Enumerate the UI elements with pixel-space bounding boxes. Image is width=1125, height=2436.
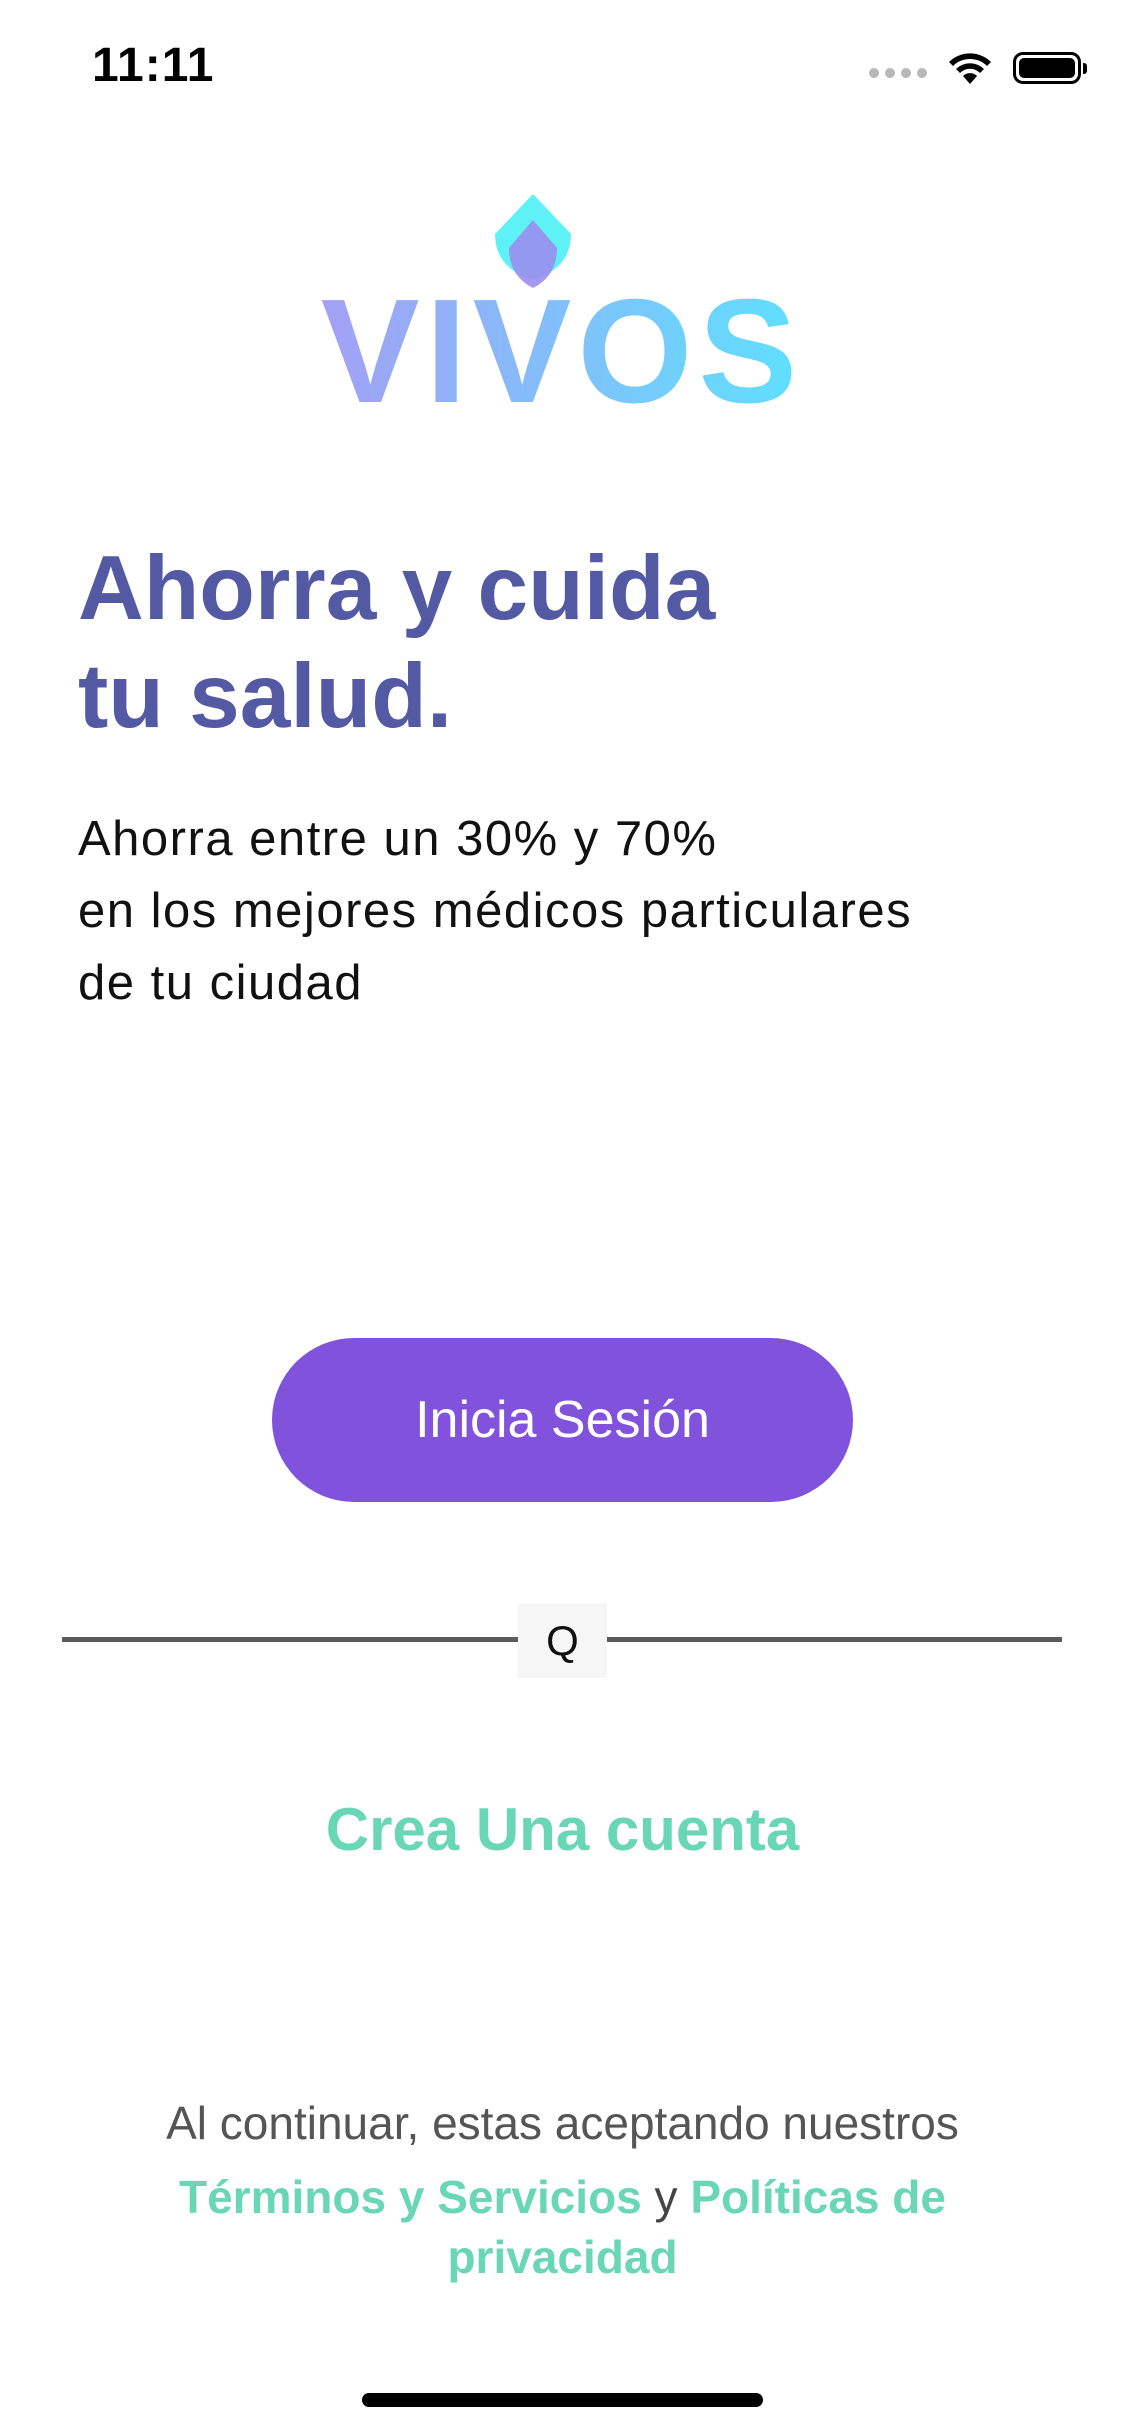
create-account-link[interactable]: Crea Una cuenta xyxy=(0,1795,1125,1864)
login-button[interactable]: Inicia Sesión xyxy=(272,1338,853,1502)
hero-headline: Ahorra y cuida tu salud. xyxy=(78,535,878,751)
hero-subtext: Ahorra entre un 30% y 70% en los mejores… xyxy=(78,803,1058,1019)
subtext-line-1: Ahorra entre un 30% y 70% xyxy=(78,812,718,866)
logo-wordmark: VIVOS xyxy=(321,269,803,420)
legal-intro: Al continuar, estas aceptando nuestros xyxy=(166,2097,959,2149)
headline-line-2: tu salud. xyxy=(78,646,453,747)
legal-links: Términos y Servicios y Políticas de priv… xyxy=(90,2167,1035,2287)
battery-icon xyxy=(1013,52,1087,84)
status-bar-indicators xyxy=(869,48,1087,88)
legal-conjunction: y xyxy=(654,2171,691,2223)
terms-link[interactable]: Términos y Servicios xyxy=(179,2171,642,2223)
cellular-signal-icon xyxy=(869,68,927,78)
divider-label: Q xyxy=(518,1603,607,1678)
divider-line-left xyxy=(62,1637,518,1642)
divider-line-right xyxy=(607,1637,1062,1642)
headline-line-1: Ahorra y cuida xyxy=(78,538,716,639)
status-bar-time: 11:11 xyxy=(92,39,215,92)
vivos-logo: VIVOS xyxy=(321,194,803,420)
subtext-line-2: en los mejores médicos particulares xyxy=(78,884,913,938)
home-indicator[interactable] xyxy=(362,2393,763,2407)
wifi-icon xyxy=(949,53,991,84)
subtext-line-3: de tu ciudad xyxy=(78,956,363,1010)
legal-notice: Al continuar, estas aceptando nuestros T… xyxy=(90,2093,1035,2287)
